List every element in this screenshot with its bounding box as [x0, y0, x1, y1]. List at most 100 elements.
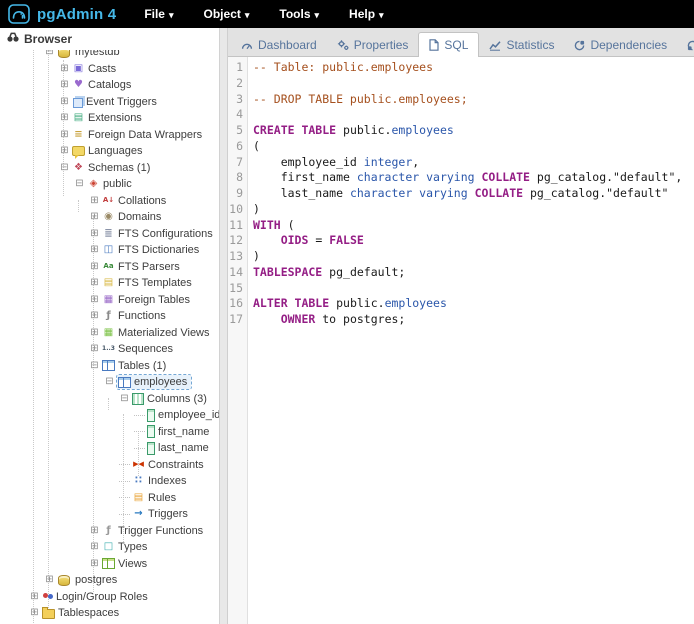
- tree-item-last-name[interactable]: last_name: [0, 440, 219, 457]
- menu-object[interactable]: Object▾: [204, 7, 250, 21]
- tree-item-domains[interactable]: ⊞◉Domains: [0, 209, 219, 226]
- sql-line-text: last_name character varying COLLATE pg_c…: [247, 186, 668, 202]
- collapse-icon[interactable]: ⊟: [89, 361, 100, 371]
- sql-line-text: OIDS = FALSE: [247, 233, 364, 249]
- expand-icon[interactable]: ⊞: [29, 608, 40, 618]
- browser-panel: Browser ⊟mytestdb⊞▣Casts⊞♥Catalogs⊞Event…: [0, 28, 219, 624]
- tree-item-catalogs[interactable]: ⊞♥Catalogs: [0, 77, 219, 94]
- tree-item-indexes[interactable]: ∷Indexes: [0, 473, 219, 490]
- sql-line: 11WITH (: [228, 218, 694, 234]
- tree-item-label: Schemas (1): [88, 162, 150, 174]
- schemas-icon: ❖: [72, 162, 85, 174]
- line-number: 16: [228, 296, 247, 312]
- chevron-down-icon: ▾: [245, 10, 250, 20]
- tree-connector: [134, 415, 145, 416]
- tree-item-constraints[interactable]: ▶◀Constraints: [0, 457, 219, 474]
- expand-icon[interactable]: ⊞: [29, 592, 40, 602]
- tab-statistics[interactable]: Statistics: [479, 34, 564, 56]
- tree-item-employee-id[interactable]: employee_id: [0, 407, 219, 424]
- tree-item-materialized-views[interactable]: ⊞▦Materialized Views: [0, 325, 219, 342]
- tab-bar: DashboardPropertiesSQLStatisticsDependen…: [228, 28, 694, 57]
- browser-tree: ⊟mytestdb⊞▣Casts⊞♥Catalogs⊞Event Trigger…: [0, 28, 219, 624]
- expand-icon[interactable]: ⊞: [59, 113, 70, 123]
- expand-icon[interactable]: ⊞: [89, 344, 100, 354]
- rules-icon: ▤: [132, 492, 145, 504]
- collapse-icon[interactable]: ⊟: [119, 394, 130, 404]
- collapse-icon[interactable]: ⊟: [104, 377, 115, 387]
- expand-icon[interactable]: ⊞: [89, 311, 100, 321]
- tree-item-rules[interactable]: ▤Rules: [0, 490, 219, 507]
- tree-item-collations[interactable]: ⊞A↓Collations: [0, 193, 219, 210]
- line-number: 1: [228, 60, 247, 76]
- expand-icon[interactable]: ⊞: [89, 245, 100, 255]
- tree-item-extensions[interactable]: ⊞▤Extensions: [0, 110, 219, 127]
- tree-item-label: Foreign Data Wrappers: [88, 129, 202, 141]
- tree-item-fts-parsers[interactable]: ⊞AaFTS Parsers: [0, 259, 219, 276]
- line-number: 8: [228, 170, 247, 186]
- expand-icon[interactable]: ⊞: [89, 542, 100, 552]
- tree-item-fts-templates[interactable]: ⊞▤FTS Templates: [0, 275, 219, 292]
- tree-item-casts[interactable]: ⊞▣Casts: [0, 61, 219, 78]
- top-menu-bar: pgAdmin 4 File▾Object▾Tools▾Help▾: [0, 0, 694, 28]
- tree-item-label: Tables (1): [118, 360, 166, 372]
- tree-item-columns-3[interactable]: ⊟Columns (3): [0, 391, 219, 408]
- tree-item-event-triggers[interactable]: ⊞ Event Triggers: [0, 94, 219, 111]
- tab-dashboard[interactable]: Dashboard: [231, 34, 327, 56]
- tree-item-login-group-roles[interactable]: ⊞Login/Group Roles: [0, 589, 219, 606]
- expand-icon[interactable]: ⊞: [89, 526, 100, 536]
- expand-icon[interactable]: ⊞: [89, 229, 100, 239]
- dependencies-icon: [574, 40, 585, 51]
- expand-icon[interactable]: ⊞: [89, 196, 100, 206]
- expand-icon[interactable]: ⊞: [89, 278, 100, 288]
- expand-icon[interactable]: ⊞: [89, 559, 100, 569]
- tab-dependents[interactable]: Dependents: [677, 34, 694, 56]
- functions-icon: ƒ: [102, 310, 115, 322]
- sql-line: 15: [228, 281, 694, 297]
- tree-item-tables-1[interactable]: ⊟ Tables (1): [0, 358, 219, 375]
- tree-item-label: FTS Parsers: [118, 261, 180, 273]
- tree-item-label: Sequences: [118, 343, 173, 355]
- menu-help[interactable]: Help▾: [349, 7, 384, 21]
- tree-item-first-name[interactable]: first_name: [0, 424, 219, 441]
- expand-icon[interactable]: ⊞: [59, 64, 70, 74]
- expand-icon[interactable]: ⊞: [89, 295, 100, 305]
- sql-line-text: WITH (: [247, 218, 295, 234]
- tree-item-languages[interactable]: ⊞Languages: [0, 143, 219, 160]
- tree-item-types[interactable]: ⊞□Types: [0, 539, 219, 556]
- menu-file[interactable]: File▾: [144, 7, 173, 21]
- expand-icon[interactable]: ⊞: [59, 97, 70, 107]
- collapse-icon[interactable]: ⊟: [74, 179, 85, 189]
- expand-icon[interactable]: ⊞: [89, 212, 100, 222]
- tree-item-label: Event Triggers: [86, 96, 157, 108]
- tree-item-postgres[interactable]: ⊞postgres: [0, 572, 219, 589]
- sql-editor[interactable]: 1-- Table: public.employees23-- DROP TAB…: [228, 57, 694, 624]
- tree-item-tablespaces[interactable]: ⊞Tablespaces: [0, 605, 219, 622]
- tree-connector: [134, 448, 145, 449]
- panel-splitter[interactable]: [219, 28, 228, 624]
- tree-item-triggers[interactable]: →Triggers: [0, 506, 219, 523]
- tab-properties[interactable]: Properties: [327, 34, 419, 56]
- tab-sql[interactable]: SQL: [418, 32, 479, 57]
- sql-line-text: ): [247, 249, 260, 265]
- expand-icon[interactable]: ⊞: [89, 262, 100, 272]
- tree-item-trigger-functions[interactable]: ⊞ƒTrigger Functions: [0, 523, 219, 540]
- tree-item-foreign-tables[interactable]: ⊞▦Foreign Tables: [0, 292, 219, 309]
- menu-tools[interactable]: Tools▾: [279, 7, 319, 21]
- table-icon: [118, 377, 131, 388]
- tree-item-fts-configurations[interactable]: ⊞≣FTS Configurations: [0, 226, 219, 243]
- tree-item-schemas-1[interactable]: ⊟❖Schemas (1): [0, 160, 219, 177]
- collapse-icon[interactable]: ⊟: [59, 163, 70, 173]
- expand-icon[interactable]: ⊞: [44, 575, 55, 585]
- tab-dependencies[interactable]: Dependencies: [564, 34, 677, 56]
- expand-icon[interactable]: ⊞: [59, 146, 70, 156]
- tree-item-views[interactable]: ⊞Views: [0, 556, 219, 573]
- tree-item-fts-dictionaries[interactable]: ⊞◫FTS Dictionaries: [0, 242, 219, 259]
- expand-icon[interactable]: ⊞: [59, 80, 70, 90]
- tree-item-sequences[interactable]: ⊞1..3Sequences: [0, 341, 219, 358]
- tree-item-public[interactable]: ⊟◈public: [0, 176, 219, 193]
- tree-item-functions[interactable]: ⊞ƒFunctions: [0, 308, 219, 325]
- expand-icon[interactable]: ⊞: [59, 130, 70, 140]
- tree-item-employees[interactable]: ⊟employees: [0, 374, 219, 391]
- tree-item-foreign-data-wrappers[interactable]: ⊞≡Foreign Data Wrappers: [0, 127, 219, 144]
- expand-icon[interactable]: ⊞: [89, 328, 100, 338]
